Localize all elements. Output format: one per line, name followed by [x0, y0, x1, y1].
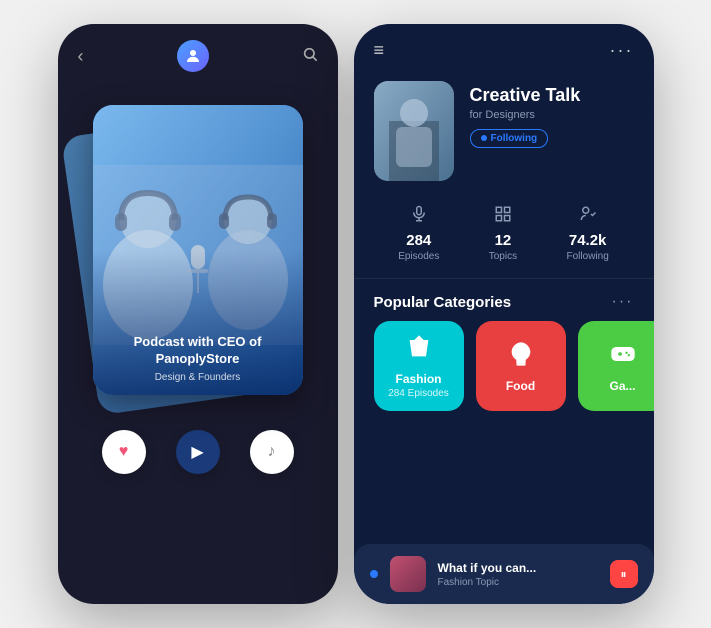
following-stat-label: Following: [567, 251, 609, 262]
now-playing-title: What if you can...: [438, 561, 598, 575]
music-note-icon: ♪: [268, 443, 276, 461]
fashion-episodes: 284 Episodes: [388, 388, 449, 399]
profile-name: Creative Talk: [470, 85, 634, 107]
pause-icon: ⏸: [620, 567, 626, 582]
profile-image: [374, 81, 454, 181]
stat-following: 74.2k Following: [567, 205, 609, 262]
stat-topics: 12 Topics: [489, 205, 517, 262]
categories-more-icon[interactable]: ···: [612, 293, 634, 311]
left-phone: ‹: [58, 24, 338, 604]
episodes-count: 284: [398, 232, 439, 249]
fashion-icon: [405, 333, 433, 368]
heart-button[interactable]: ♥: [102, 430, 146, 474]
search-icon[interactable]: [302, 46, 318, 67]
now-playing-subtitle: Fashion Topic: [438, 577, 598, 588]
episodes-label: Episodes: [398, 251, 439, 262]
topics-label: Topics: [489, 251, 517, 262]
following-count: 74.2k: [567, 232, 609, 249]
playback-controls: ♥ ▶ ♪: [58, 430, 338, 474]
more-options-icon[interactable]: ···: [610, 40, 634, 61]
now-playing-bar: What if you can... Fashion Topic ⏸: [354, 544, 654, 604]
now-playing-info: What if you can... Fashion Topic: [438, 561, 598, 588]
food-label: Food: [506, 379, 535, 393]
gaming-label: Ga...: [609, 379, 635, 393]
following-dot: [481, 135, 487, 141]
profile-subtitle: for Designers: [470, 109, 634, 121]
category-fashion[interactable]: Fashion 284 Episodes: [374, 321, 464, 411]
right-header: ≡ ···: [354, 24, 654, 73]
music-note-button[interactable]: ♪: [250, 430, 294, 474]
topics-count: 12: [489, 232, 517, 249]
microphone-icon: [398, 205, 439, 228]
categories-header: Popular Categories ···: [354, 279, 654, 321]
card-title: Podcast with CEO of PanoplyStore: [107, 334, 289, 368]
left-header: ‹: [58, 24, 338, 80]
food-icon: [507, 340, 535, 375]
podcast-card-main[interactable]: Podcast with CEO of PanoplyStore Design …: [93, 105, 303, 395]
playing-indicator: [370, 570, 378, 578]
categories-row: Fashion 284 Episodes Food: [354, 321, 654, 411]
category-food[interactable]: Food: [476, 321, 566, 411]
stats-row: 284 Episodes 12 Topics: [354, 197, 654, 279]
card-text: Podcast with CEO of PanoplyStore Design …: [93, 322, 303, 395]
heart-icon: ♥: [119, 443, 129, 461]
avatar[interactable]: [177, 40, 209, 72]
following-icon: [567, 205, 609, 228]
fashion-label: Fashion: [395, 372, 441, 386]
pause-button[interactable]: ⏸: [610, 560, 638, 588]
play-button[interactable]: ▶: [176, 430, 220, 474]
back-button[interactable]: ‹: [78, 46, 84, 67]
following-label: Following: [491, 133, 538, 144]
podcast-cards: Podcast with CEO of PanoplyStore Design …: [58, 90, 338, 410]
play-icon: ▶: [191, 442, 203, 462]
stat-episodes: 284 Episodes: [398, 205, 439, 262]
following-badge[interactable]: Following: [470, 129, 549, 148]
profile-info: Creative Talk for Designers Following: [470, 81, 634, 148]
right-phone: ≡ ···: [354, 24, 654, 604]
categories-title: Popular Categories: [374, 294, 512, 311]
profile-section: Creative Talk for Designers Following: [354, 73, 654, 197]
hamburger-menu-icon[interactable]: ≡: [374, 40, 385, 61]
topics-icon: [489, 205, 517, 228]
card-subtitle: Design & Founders: [107, 372, 289, 383]
category-gaming[interactable]: Ga...: [578, 321, 654, 411]
now-playing-thumbnail: [390, 556, 426, 592]
gaming-icon: [609, 340, 637, 375]
